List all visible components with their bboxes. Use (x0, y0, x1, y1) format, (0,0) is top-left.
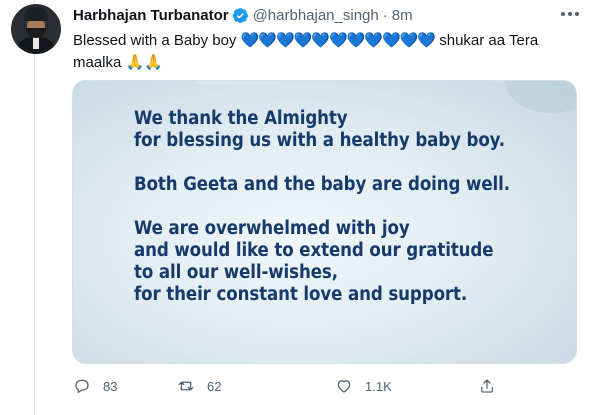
announcement-line: for blessing us with a healthy baby boy. (134, 130, 505, 151)
reply-button[interactable]: 83 (73, 375, 117, 397)
tweet-header: Harbhajan Turbanator @harbhajan_singh · … (73, 5, 413, 25)
reply-icon (75, 379, 89, 394)
tweet-text-main: Blessed with a Baby boy (73, 32, 237, 49)
announcement-line: to all our well-wishes, (134, 262, 338, 283)
verified-badge-icon (232, 7, 248, 23)
announcement-line: for their constant love and support. (134, 284, 468, 305)
announcement-line: We are overwhelmed with joy (134, 218, 410, 239)
announcement-line: We thank the Almighty (134, 108, 348, 129)
avatar[interactable] (11, 4, 61, 54)
tweet-text: Blessed with a Baby boy 💙💙💙💙💙💙💙💙💙💙💙 shuk… (73, 30, 583, 74)
tweet-timestamp[interactable]: 8m (392, 7, 413, 24)
announcement-line: and would like to extend our gratitude (134, 240, 494, 261)
timeline-thread-line (34, 0, 35, 415)
author-name[interactable]: Harbhajan Turbanator (73, 7, 229, 24)
reply-count: 83 (103, 378, 118, 394)
retweet-count: 62 (207, 378, 222, 394)
author-handle[interactable]: @harbhajan_singh (253, 7, 379, 24)
heart-icon (337, 380, 351, 393)
like-count: 1.1K (365, 378, 392, 394)
share-button[interactable] (478, 375, 496, 397)
more-options-icon[interactable] (561, 7, 579, 21)
tweet-actions: 83 62 1.1K (73, 375, 583, 397)
blue-hearts-emoji: 💙💙💙💙💙💙💙💙💙💙💙 (240, 32, 436, 49)
retweet-icon (178, 381, 194, 391)
like-button[interactable]: 1.1K (335, 375, 392, 397)
separator-dot: · (382, 6, 388, 24)
tweet-image[interactable]: We thank the Almighty for blessing us wi… (72, 80, 577, 364)
folded-hands-emoji: 🙏🙏 (125, 54, 163, 71)
retweet-button[interactable]: 62 (177, 375, 221, 397)
announcement-line: Both Geeta and the baby are doing well. (134, 174, 510, 195)
share-icon (481, 379, 493, 393)
